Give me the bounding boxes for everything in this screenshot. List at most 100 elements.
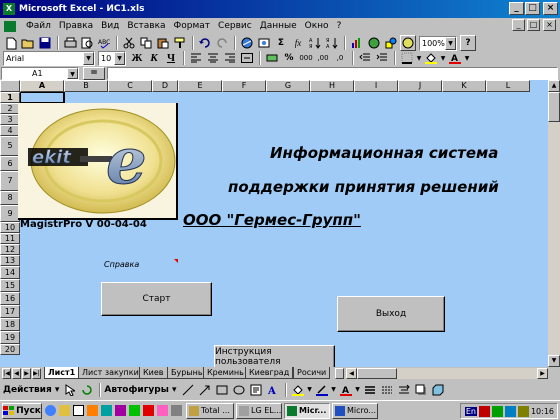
last-sheet-icon[interactable]: ▶| — [32, 368, 41, 379]
fill-color-icon[interactable] — [290, 382, 306, 398]
menu-data[interactable]: Данные — [256, 21, 301, 31]
wordart-icon[interactable]: A — [265, 382, 281, 398]
column-header[interactable]: B — [64, 80, 108, 92]
scroll-right-icon[interactable]: ▶ — [537, 368, 548, 379]
start-menu-button[interactable]: Пуск — [2, 402, 42, 419]
align-left-icon[interactable] — [188, 50, 204, 66]
sheet-tab[interactable]: Бурынь — [167, 367, 207, 379]
row-header[interactable]: 9 — [0, 205, 20, 222]
speaker-icon[interactable] — [517, 405, 529, 417]
vertical-scrollbar[interactable]: ▲ ▼ — [548, 80, 560, 367]
sheet-tab[interactable]: Росичи — [293, 367, 331, 379]
chevron-down-icon[interactable]: ▼ — [440, 50, 446, 66]
row-header[interactable]: 16 — [0, 292, 20, 305]
percent-button[interactable]: % — [281, 50, 297, 66]
row-header[interactable]: 20 — [0, 344, 20, 355]
column-header[interactable]: I — [354, 80, 398, 92]
language-indicator[interactable]: En — [464, 406, 477, 416]
sheet-tab[interactable]: Креминь — [203, 367, 248, 379]
doc-close-button[interactable]: × — [543, 19, 556, 31]
increase-decimal-button[interactable]: ,00 — [315, 50, 331, 66]
row-header[interactable]: 10 — [0, 222, 20, 233]
paste-icon[interactable] — [155, 35, 171, 51]
sheet-tab[interactable]: Лист закупки — [78, 367, 143, 379]
scroll-thumb[interactable] — [548, 92, 560, 122]
first-sheet-icon[interactable]: |◀ — [2, 368, 11, 379]
arrow-style-icon[interactable] — [396, 382, 412, 398]
copy-icon[interactable] — [138, 35, 154, 51]
chart-wizard-icon[interactable] — [349, 35, 365, 51]
folder-quicklaunch-icon[interactable] — [59, 405, 70, 416]
user-manual-button[interactable]: Инструкция пользователя — [214, 345, 335, 369]
column-header[interactable]: G — [266, 80, 310, 92]
menu-edit[interactable]: Правка — [55, 21, 97, 31]
taskbar-item[interactable]: LG EL... — [236, 402, 282, 419]
menu-format[interactable]: Формат — [170, 21, 215, 31]
align-right-icon[interactable] — [222, 50, 238, 66]
prev-sheet-icon[interactable]: ◀ — [12, 368, 21, 379]
taskbar-item[interactable]: Micro... — [332, 402, 378, 419]
chevron-down-icon[interactable]: ▼ — [464, 50, 470, 66]
quicklaunch-icon[interactable] — [157, 405, 168, 416]
undo-icon[interactable] — [197, 35, 213, 51]
menu-file[interactable]: Файл — [22, 21, 55, 31]
quicklaunch-icon[interactable] — [129, 405, 140, 416]
menu-window[interactable]: Окно — [301, 21, 333, 31]
chevron-down-icon[interactable]: ▼ — [445, 36, 456, 50]
horizontal-scrollbar[interactable]: ◀ ▶ — [346, 368, 548, 379]
line-icon[interactable] — [180, 382, 196, 398]
column-header[interactable]: K — [442, 80, 486, 92]
print-preview-icon[interactable] — [79, 35, 95, 51]
quicklaunch-icon[interactable] — [101, 405, 112, 416]
sheet-tab[interactable]: Киевград — [245, 367, 294, 379]
format-painter-icon[interactable] — [172, 35, 188, 51]
tab-split-handle[interactable] — [335, 368, 344, 379]
row-header[interactable]: 1 — [0, 92, 20, 103]
row-header[interactable]: 13 — [0, 255, 20, 266]
clock[interactable]: 10:16 — [531, 407, 554, 416]
spelling-icon[interactable]: ABC — [96, 35, 112, 51]
font-size-select[interactable]: 10 ▼ — [98, 50, 126, 66]
rectangle-icon[interactable] — [214, 382, 230, 398]
row-header[interactable]: 19 — [0, 331, 20, 344]
chevron-down-icon[interactable]: ▼ — [114, 51, 125, 65]
select-objects-icon[interactable] — [62, 382, 78, 398]
row-header[interactable]: 3 — [0, 114, 20, 125]
borders-icon[interactable] — [399, 50, 415, 66]
maximize-button[interactable]: □ — [525, 2, 540, 15]
autoshapes-menu[interactable]: Автофигуры ▾ — [104, 385, 176, 395]
arrow-icon[interactable] — [197, 382, 213, 398]
desktop-quicklaunch-icon[interactable] — [73, 405, 84, 416]
font-name-select[interactable]: Arial ▼ — [3, 50, 95, 66]
start-button[interactable]: Старт — [101, 282, 212, 316]
office-assistant-icon[interactable] — [400, 35, 416, 51]
currency-icon[interactable] — [264, 50, 280, 66]
merge-center-icon[interactable] — [239, 50, 255, 66]
save-icon[interactable] — [37, 35, 53, 51]
edit-formula-button[interactable]: = — [83, 66, 105, 80]
help-icon[interactable]: ? — [460, 35, 476, 51]
oval-icon[interactable] — [231, 382, 247, 398]
chevron-down-icon[interactable]: ▼ — [307, 382, 313, 398]
exit-button[interactable]: Выход — [337, 296, 445, 332]
chevron-down-icon[interactable]: ▼ — [355, 382, 361, 398]
doc-restore-button[interactable]: □ — [527, 19, 540, 31]
tray-icon[interactable] — [478, 405, 490, 417]
free-rotate-icon[interactable] — [79, 382, 95, 398]
drawing-icon[interactable] — [383, 35, 399, 51]
row-header[interactable]: 17 — [0, 305, 20, 318]
new-file-icon[interactable] — [3, 35, 19, 51]
menu-view[interactable]: Вид — [97, 21, 123, 31]
quicklaunch-icon[interactable] — [115, 405, 126, 416]
row-header[interactable]: 14 — [0, 266, 20, 279]
chevron-down-icon[interactable]: ▼ — [67, 67, 78, 79]
function-wizard-icon[interactable]: fx — [290, 35, 306, 51]
help-link[interactable]: Справка — [104, 260, 139, 269]
hscroll-thumb[interactable] — [357, 368, 397, 379]
formula-input[interactable] — [107, 66, 558, 80]
sheet-tab[interactable]: Лист1 — [44, 367, 80, 379]
3d-icon[interactable] — [430, 382, 446, 398]
column-header[interactable]: A — [20, 80, 64, 92]
chevron-down-icon[interactable]: ▼ — [416, 50, 422, 66]
autosum-icon[interactable]: Σ — [273, 35, 289, 51]
